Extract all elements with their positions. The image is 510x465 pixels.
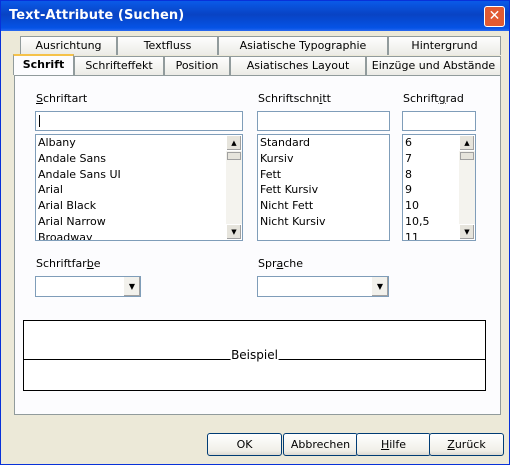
tab-schrift[interactable]: Schrift (13, 54, 74, 75)
text-caret (39, 115, 40, 127)
close-icon: ✕ (488, 8, 501, 24)
font-color-label: Schriftfarbe (36, 257, 101, 270)
list-item[interactable]: Kursiv (258, 151, 389, 167)
list-item[interactable]: Fett (258, 167, 389, 183)
tab-schrifteffekt[interactable]: Schrifteffekt (74, 56, 164, 75)
close-button[interactable]: ✕ (484, 6, 505, 27)
tab-asiatisches-layout[interactable]: Asiatisches Layout (230, 56, 366, 75)
list-item[interactable]: Nicht Fett (258, 198, 389, 214)
font-style-input[interactable] (257, 111, 390, 131)
language-label: Sprache (258, 257, 304, 270)
font-family-label: Schriftart (36, 92, 88, 105)
font-color-select[interactable]: ▼ (35, 276, 141, 297)
arrow-down-icon: ▼ (231, 228, 237, 236)
chevron-down-icon: ▼ (376, 282, 384, 291)
size-list-scrollbar[interactable]: ▲ ▼ (459, 135, 475, 240)
list-item[interactable]: Broadway (36, 230, 242, 240)
tab-einzuege-und-abstaende[interactable]: Einzüge und Abstände (366, 56, 501, 75)
arrow-down-icon: ▼ (464, 228, 470, 236)
font-preview: Beispiel (23, 320, 486, 391)
dialog-window: Text-Attribute (Suchen) ✕ Ausrichtung Te… (0, 0, 510, 465)
list-item[interactable]: Standard (258, 135, 389, 151)
font-size-input[interactable] (402, 111, 476, 131)
arrow-up-icon: ▲ (464, 139, 470, 147)
font-style-list[interactable]: Standard Kursiv Fett Fett Kursiv Nicht F… (257, 134, 390, 241)
language-select[interactable]: ▼ (257, 276, 389, 297)
scroll-thumb[interactable] (227, 152, 241, 160)
reset-button[interactable]: Zurück (429, 433, 504, 456)
cancel-button[interactable]: Abbrechen (283, 433, 358, 456)
scroll-down-button[interactable]: ▼ (226, 224, 242, 240)
list-item[interactable]: Arial Narrow (36, 214, 242, 230)
preview-sample-text: Beispiel (230, 348, 279, 362)
font-family-input[interactable] (35, 111, 243, 131)
tab-position[interactable]: Position (164, 56, 230, 75)
list-item[interactable]: Andale Sans (36, 151, 242, 167)
list-item[interactable]: Fett Kursiv (258, 182, 389, 198)
list-item[interactable]: Albany (36, 135, 242, 151)
tab-asiatische-typographie[interactable]: Asiatische Typographie (218, 36, 388, 55)
help-button[interactable]: Hilfe (356, 433, 431, 456)
arrow-up-icon: ▲ (231, 139, 237, 147)
scroll-up-button[interactable]: ▲ (459, 135, 475, 151)
scroll-up-button[interactable]: ▲ (226, 135, 242, 151)
dropdown-button[interactable]: ▼ (371, 277, 388, 296)
scroll-down-button[interactable]: ▼ (459, 224, 475, 240)
chevron-down-icon: ▼ (128, 282, 136, 291)
list-item[interactable]: Arial (36, 182, 242, 198)
font-style-label: Schriftschnitt (258, 92, 331, 105)
list-item[interactable]: Arial Black (36, 198, 242, 214)
tab-hintergrund[interactable]: Hintergrund (388, 36, 501, 55)
tab-textfluss[interactable]: Textfluss (117, 36, 218, 55)
font-list-scrollbar[interactable]: ▲ ▼ (226, 135, 242, 240)
list-item[interactable]: Nicht Kursiv (258, 214, 389, 230)
list-item[interactable]: Andale Sans UI (36, 167, 242, 183)
scroll-thumb[interactable] (460, 152, 474, 160)
ok-button[interactable]: OK (207, 433, 282, 456)
title-bar[interactable]: Text-Attribute (Suchen) ✕ (1, 1, 509, 31)
window-title: Text-Attribute (Suchen) (9, 8, 185, 23)
font-size-label: Schriftgrad (403, 92, 464, 105)
dropdown-button[interactable]: ▼ (123, 277, 140, 296)
font-family-list[interactable]: Albany Andale Sans Andale Sans UI Arial … (35, 134, 243, 241)
font-size-list[interactable]: 6 7 8 9 10 10,5 11 ▲ ▼ (402, 134, 476, 241)
tab-ausrichtung[interactable]: Ausrichtung (20, 36, 117, 55)
